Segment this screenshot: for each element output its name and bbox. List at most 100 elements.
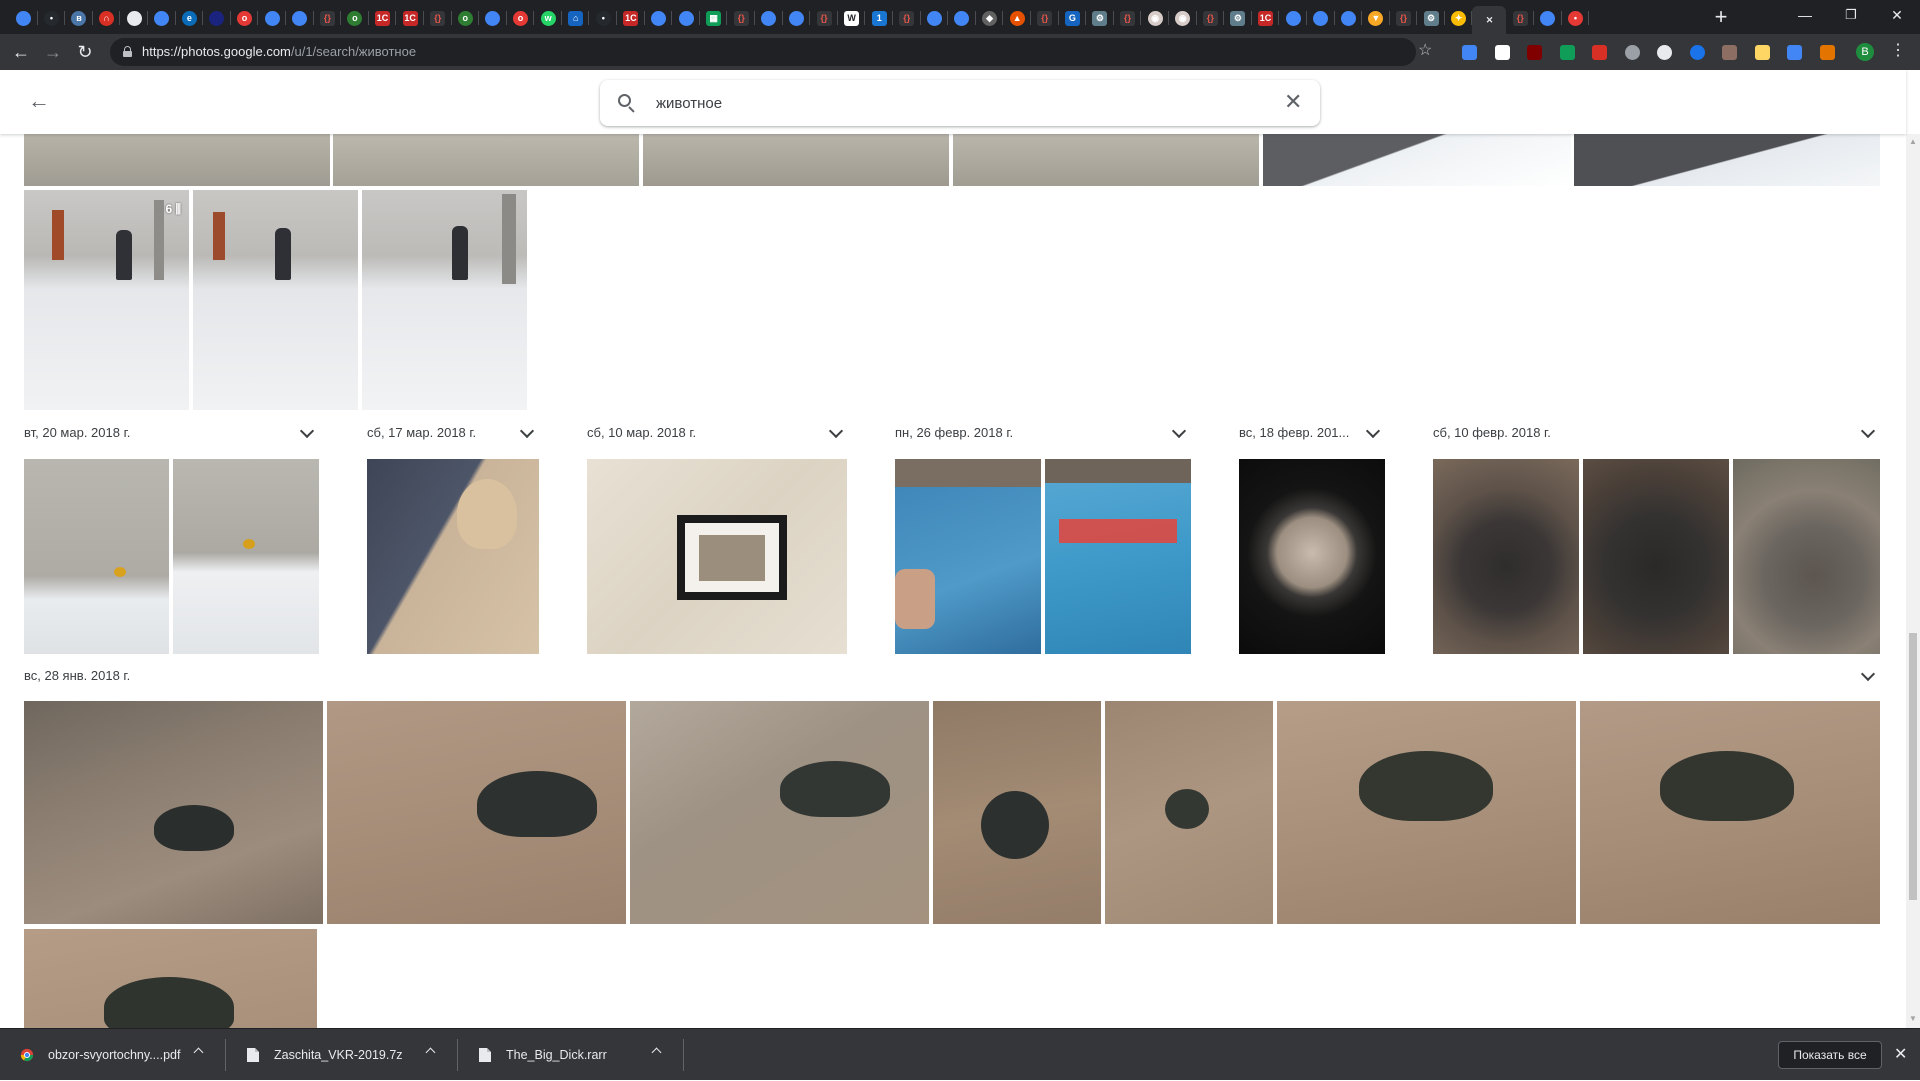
browser-tab[interactable]: 1C [1252,5,1280,31]
browser-tab[interactable]: ▼ [1362,5,1390,31]
close-window-button[interactable]: ✕ [1874,0,1920,30]
pocket-extension-icon[interactable] [1657,45,1672,60]
browser-tab[interactable]: ⌂ [562,5,590,31]
browser-tab[interactable]: {} [424,5,452,31]
browser-tab[interactable] [203,5,231,31]
browser-tab[interactable]: e [176,5,204,31]
drive-extension-icon[interactable] [1559,45,1575,60]
browser-tab[interactable]: {} [893,5,921,31]
browser-tab[interactable] [120,5,148,31]
translate-extension-icon[interactable] [1462,45,1477,60]
browser-tab[interactable] [645,5,673,31]
circle-extension-icon[interactable] [1624,45,1640,60]
browser-tab[interactable] [1307,5,1335,31]
chevron-up-icon[interactable] [426,1046,436,1056]
browser-tab[interactable]: ⚙ [1224,5,1252,31]
browser-tab[interactable] [1534,5,1562,31]
browser-tab[interactable] [10,5,38,31]
minimize-button[interactable]: — [1782,0,1828,30]
photo-thumbnail[interactable] [933,701,1101,924]
browser-tab[interactable]: {} [1114,5,1142,31]
url-text[interactable]: https://photos.google.com/u/1/search/жив… [142,44,416,59]
browser-tab[interactable]: 1C [369,5,397,31]
new-tab-button[interactable]: + [1708,5,1734,31]
search-box[interactable]: ✕ [600,80,1320,126]
photo-thumbnail[interactable] [1733,459,1880,654]
browser-tab[interactable]: ◉ [1141,5,1169,31]
cookie-extension-icon[interactable] [1819,45,1835,60]
scroll-down-icon[interactable]: ▼ [1909,1014,1917,1023]
browser-tab[interactable] [755,5,783,31]
browser-tab[interactable]: {} [314,5,342,31]
browser-tab[interactable]: в [65,5,93,31]
photo-thumbnail[interactable]: 6 ⫼ [24,190,189,410]
browser-tab[interactable] [479,5,507,31]
browser-tab[interactable]: {} [1506,5,1534,31]
photo-thumbnail[interactable] [1105,701,1273,924]
photo-thumbnail[interactable] [193,190,358,410]
chevron-down-icon[interactable] [1861,426,1875,440]
photo-thumbnail[interactable] [587,459,847,654]
browser-tab[interactable] [783,5,811,31]
ublock-extension-icon[interactable] [1527,45,1542,60]
browser-tab[interactable]: o [341,5,369,31]
restore-button[interactable]: ❐ [1828,0,1874,30]
browser-tab[interactable] [1279,5,1307,31]
browser-tab[interactable]: ▦ [700,5,728,31]
chevron-down-icon[interactable] [520,426,534,440]
tv-extension-icon[interactable] [1787,45,1802,60]
browser-tab[interactable]: 1C [396,5,424,31]
browser-tab[interactable]: 1 [865,5,893,31]
browser-tab[interactable] [948,5,976,31]
photo-thumbnail[interactable] [1580,701,1880,924]
browser-tab[interactable]: ✦ [1445,5,1473,31]
browser-tab[interactable]: o [452,5,480,31]
photo-thumbnail[interactable] [24,459,169,654]
photo-thumbnail[interactable] [1045,459,1191,654]
blue-circle-extension-icon[interactable] [1689,45,1705,60]
browser-tab[interactable]: ⚙ [1086,5,1114,31]
photo-thumbnail[interactable] [1574,134,1880,186]
notion-extension-icon[interactable] [1494,45,1510,60]
browser-tab[interactable] [1335,5,1363,31]
chevron-up-icon[interactable] [652,1046,662,1056]
browser-tab[interactable]: 1C [617,5,645,31]
owl-extension-icon[interactable] [1722,45,1737,60]
browser-tab[interactable]: ⚙ [1417,5,1445,31]
photo-thumbnail[interactable] [362,190,527,410]
chevron-down-icon[interactable] [300,426,314,440]
reload-button[interactable]: ↻ [72,39,98,65]
scroll-thumb[interactable] [1909,633,1917,900]
photo-thumbnail[interactable] [895,459,1041,654]
profile-avatar[interactable]: B [1856,43,1874,61]
scroll-up-icon[interactable]: ▲ [1909,137,1917,146]
scrollbar[interactable]: ▲ ▼ [1906,134,1920,1028]
chevron-down-icon[interactable] [829,426,843,440]
photo-thumbnail[interactable] [333,134,639,186]
photo-thumbnail[interactable] [1433,459,1579,654]
photo-thumbnail[interactable] [24,701,323,924]
chevron-down-icon[interactable] [1366,426,1380,440]
photo-thumbnail[interactable] [630,701,929,924]
browser-tab[interactable]: • [589,5,617,31]
bookmark-star-icon[interactable]: ☆ [1418,42,1432,60]
chevron-down-icon[interactable] [1172,426,1186,440]
photo-thumbnail[interactable] [24,929,317,1028]
photo-thumbnail[interactable] [643,134,949,186]
browser-tab[interactable]: • [1562,5,1590,31]
photo-thumbnail[interactable] [173,459,319,654]
photo-thumbnail[interactable] [367,459,539,654]
show-all-downloads-button[interactable]: Показать все [1778,1041,1882,1069]
download-item[interactable]: obzor-svyortochny....pdf [0,1029,226,1081]
browser-tab[interactable] [148,5,176,31]
browser-tab[interactable] [672,5,700,31]
browser-tab[interactable]: ✕ [1472,5,1507,35]
clear-search-icon[interactable]: ✕ [1284,91,1302,113]
download-item[interactable]: Zaschita_VKR-2019.7z [226,1029,458,1081]
browser-tab[interactable]: ◉ [1169,5,1197,31]
chevron-up-icon[interactable] [194,1046,204,1056]
browser-tab[interactable]: o [507,5,535,31]
photo-thumbnail[interactable] [327,701,626,924]
browser-tab[interactable] [921,5,949,31]
search-input[interactable] [656,92,1256,114]
